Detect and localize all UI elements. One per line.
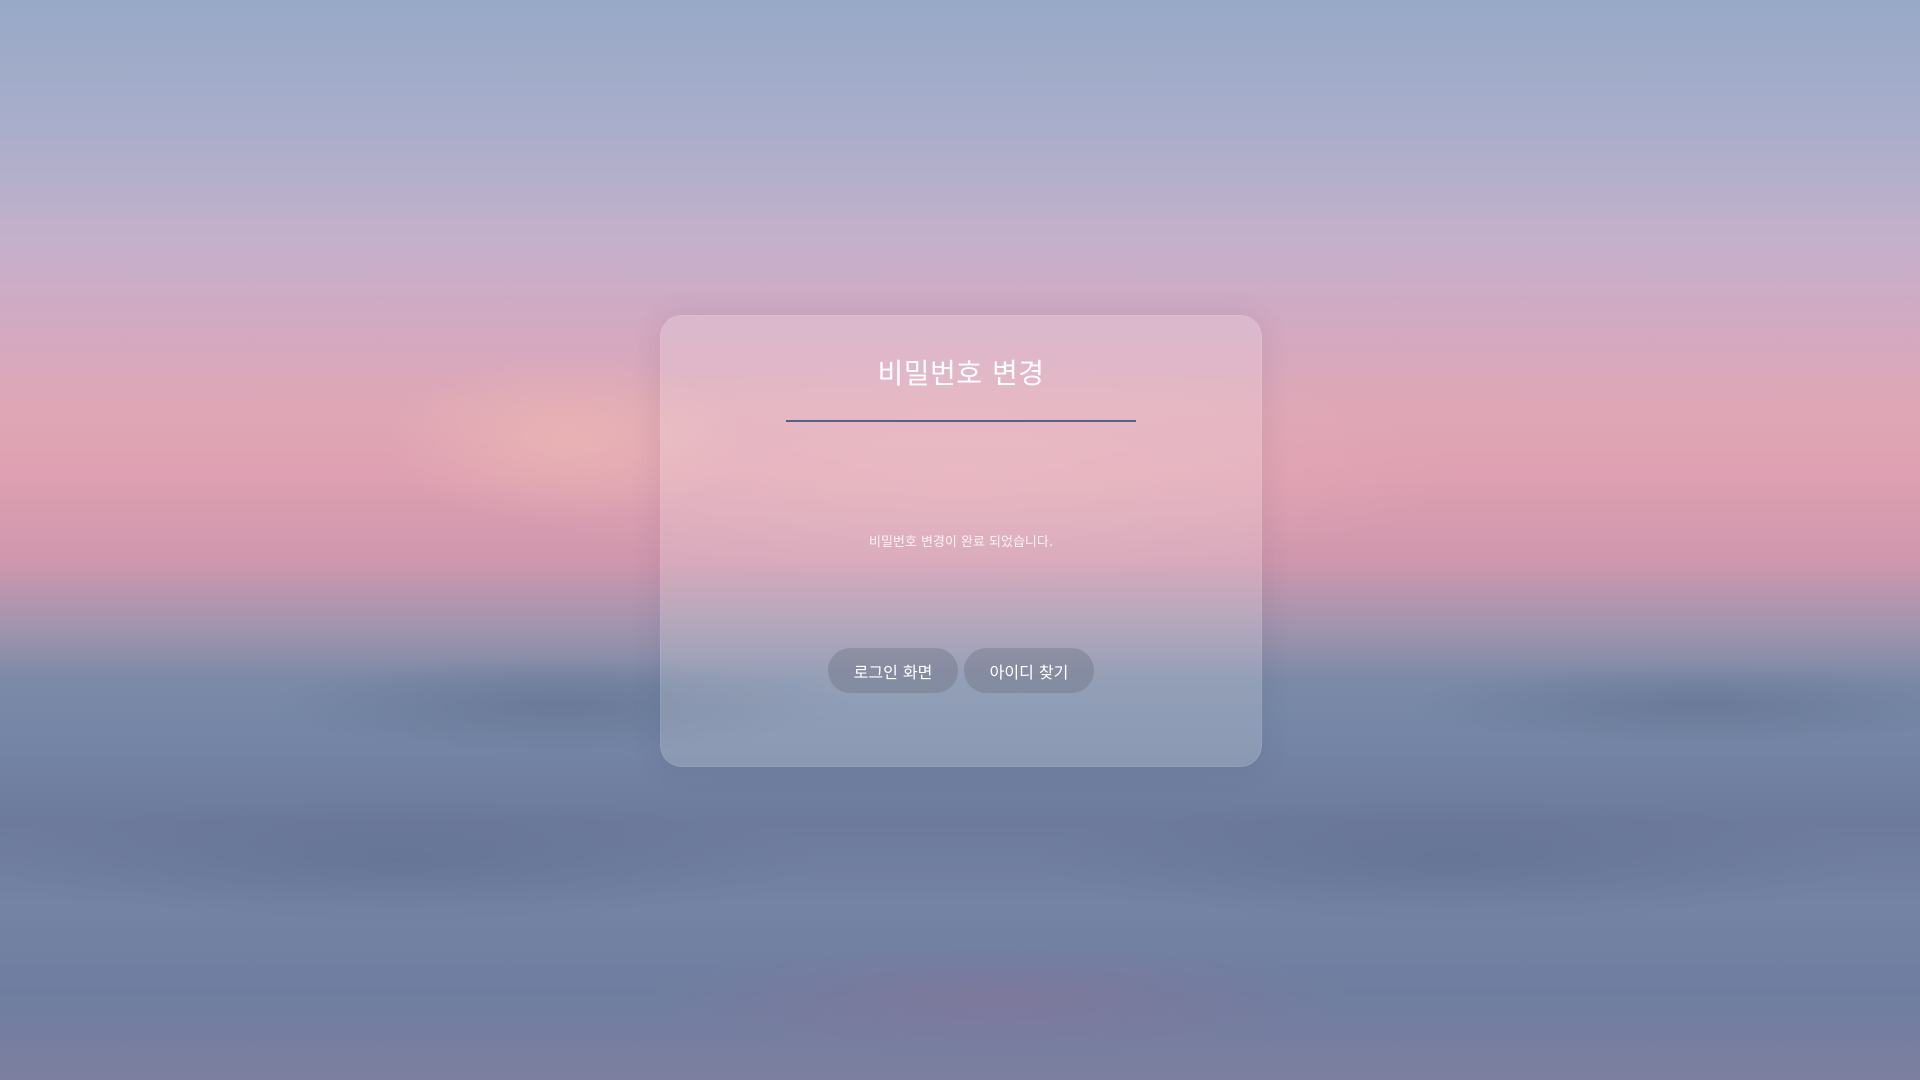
action-button-row: 로그인 화면 아이디 찾기: [661, 648, 1261, 693]
login-screen-button[interactable]: 로그인 화면: [828, 648, 958, 693]
completion-message: 비밀번호 변경이 완료 되었습니다.: [869, 535, 1053, 550]
title-underline-divider: [786, 420, 1136, 422]
password-change-card: 비밀번호 변경 비밀번호 변경이 완료 되었습니다. 로그인 화면 아이디 찾기: [660, 315, 1262, 767]
find-id-button[interactable]: 아이디 찾기: [964, 648, 1094, 693]
page-title: 비밀번호 변경: [877, 357, 1045, 390]
